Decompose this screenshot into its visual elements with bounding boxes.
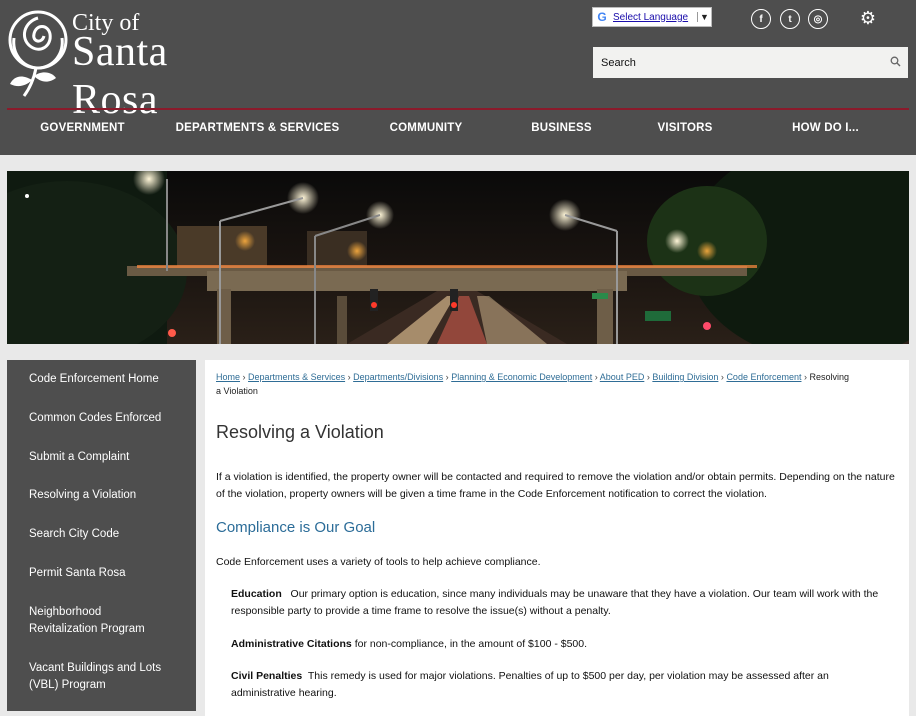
language-selector-label[interactable]: Select Language <box>611 12 697 23</box>
breadcrumb-separator: › <box>242 372 246 382</box>
google-icon: G <box>597 10 607 24</box>
search-icon[interactable] <box>882 56 908 70</box>
language-selector[interactable]: G Select Language ▼ <box>592 7 712 27</box>
main-content: Home › Departments & Services › Departme… <box>205 360 909 716</box>
penalties-paragraph: Civil Penalties This remedy is used for … <box>231 668 871 702</box>
breadcrumb-separator: › <box>720 372 724 382</box>
citations-paragraph: Administrative Citations for non-complia… <box>231 636 901 653</box>
sidebar-item-permit-santa-rosa[interactable]: Permit Santa Rosa <box>7 565 136 582</box>
city-logo[interactable]: City of Santa Rosa <box>6 4 256 123</box>
breadcrumb-building-division[interactable]: Building Division <box>652 372 718 382</box>
sidebar-item-search-city-code[interactable]: Search City Code <box>7 526 129 543</box>
section-heading-compliance: Compliance is Our Goal <box>216 519 376 536</box>
nav-government[interactable]: GOVERNMENT <box>7 110 158 146</box>
banner-image <box>7 171 909 344</box>
nav-visitors[interactable]: VISITORS <box>628 110 742 146</box>
facebook-icon[interactable]: f <box>751 9 771 29</box>
breadcrumb-home[interactable]: Home <box>216 372 240 382</box>
nav-business[interactable]: BUSINESS <box>495 110 628 146</box>
nav-how-do-i[interactable]: HOW DO I... <box>742 110 909 146</box>
search-box <box>593 47 908 78</box>
search-input[interactable] <box>593 47 882 78</box>
citations-label: Administrative Citations <box>231 638 352 650</box>
breadcrumb-separator: › <box>646 372 650 382</box>
chevron-down-icon[interactable]: ▼ <box>697 12 711 22</box>
gear-icon[interactable]: ⚙ <box>858 8 878 28</box>
rose-logo-icon <box>8 10 68 97</box>
sidebar-nav: Code Enforcement Home Common Codes Enfor… <box>7 360 196 711</box>
sidebar-item-submit-complaint[interactable]: Submit a Complaint <box>7 449 139 466</box>
breadcrumb-planning-economic-development[interactable]: Planning & Economic Development <box>451 372 592 382</box>
education-text: Our primary option is education, since m… <box>231 588 879 617</box>
nav-departments-services[interactable]: DEPARTMENTS & SERVICES <box>158 110 357 146</box>
night-overpass-image <box>7 171 909 344</box>
penalties-text: This remedy is used for major violations… <box>231 670 829 699</box>
breadcrumb-separator: › <box>347 372 351 382</box>
sidebar-item-common-codes[interactable]: Common Codes Enforced <box>7 410 171 427</box>
breadcrumb-code-enforcement[interactable]: Code Enforcement <box>726 372 801 382</box>
breadcrumb-about-ped[interactable]: About PED <box>600 372 645 382</box>
instagram-icon[interactable]: ◎ <box>808 9 828 29</box>
penalties-label: Civil Penalties <box>231 670 303 682</box>
page-title: Resolving a Violation <box>216 422 384 442</box>
breadcrumb-separator: › <box>804 372 807 382</box>
sidebar-item-vacant-buildings[interactable]: Vacant Buildings and Lots (VBL) Program <box>7 660 172 694</box>
site-header: City of Santa Rosa G Select Language ▼ f… <box>0 0 916 155</box>
breadcrumb-separator: › <box>445 372 449 382</box>
breadcrumb-departments-services[interactable]: Departments & Services <box>248 372 345 382</box>
intro-paragraph: If a violation is identified, the proper… <box>216 471 895 500</box>
breadcrumb: Home › Departments & Services › Departme… <box>216 370 856 398</box>
education-paragraph: Education Our primary option is educatio… <box>231 586 901 620</box>
sidebar-item-neighborhood-revitalization[interactable]: Neighborhood Revitalization Program <box>7 604 182 638</box>
breadcrumb-departments-divisions[interactable]: Departments/Divisions <box>353 372 443 382</box>
twitter-icon[interactable]: t <box>780 9 800 29</box>
sidebar-item-code-enforcement-home[interactable]: Code Enforcement Home <box>7 371 169 388</box>
breadcrumb-separator: › <box>594 372 598 382</box>
citations-text: for non-compliance, in the amount of $10… <box>354 638 588 650</box>
nav-community[interactable]: COMMUNITY <box>357 110 495 146</box>
sidebar-item-resolving-violation[interactable]: Resolving a Violation <box>7 487 146 504</box>
tools-intro-paragraph: Code Enforcement uses a variety of tools… <box>216 556 541 568</box>
main-nav: GOVERNMENT DEPARTMENTS & SERVICES COMMUN… <box>7 110 909 146</box>
education-label: Education <box>231 588 282 600</box>
